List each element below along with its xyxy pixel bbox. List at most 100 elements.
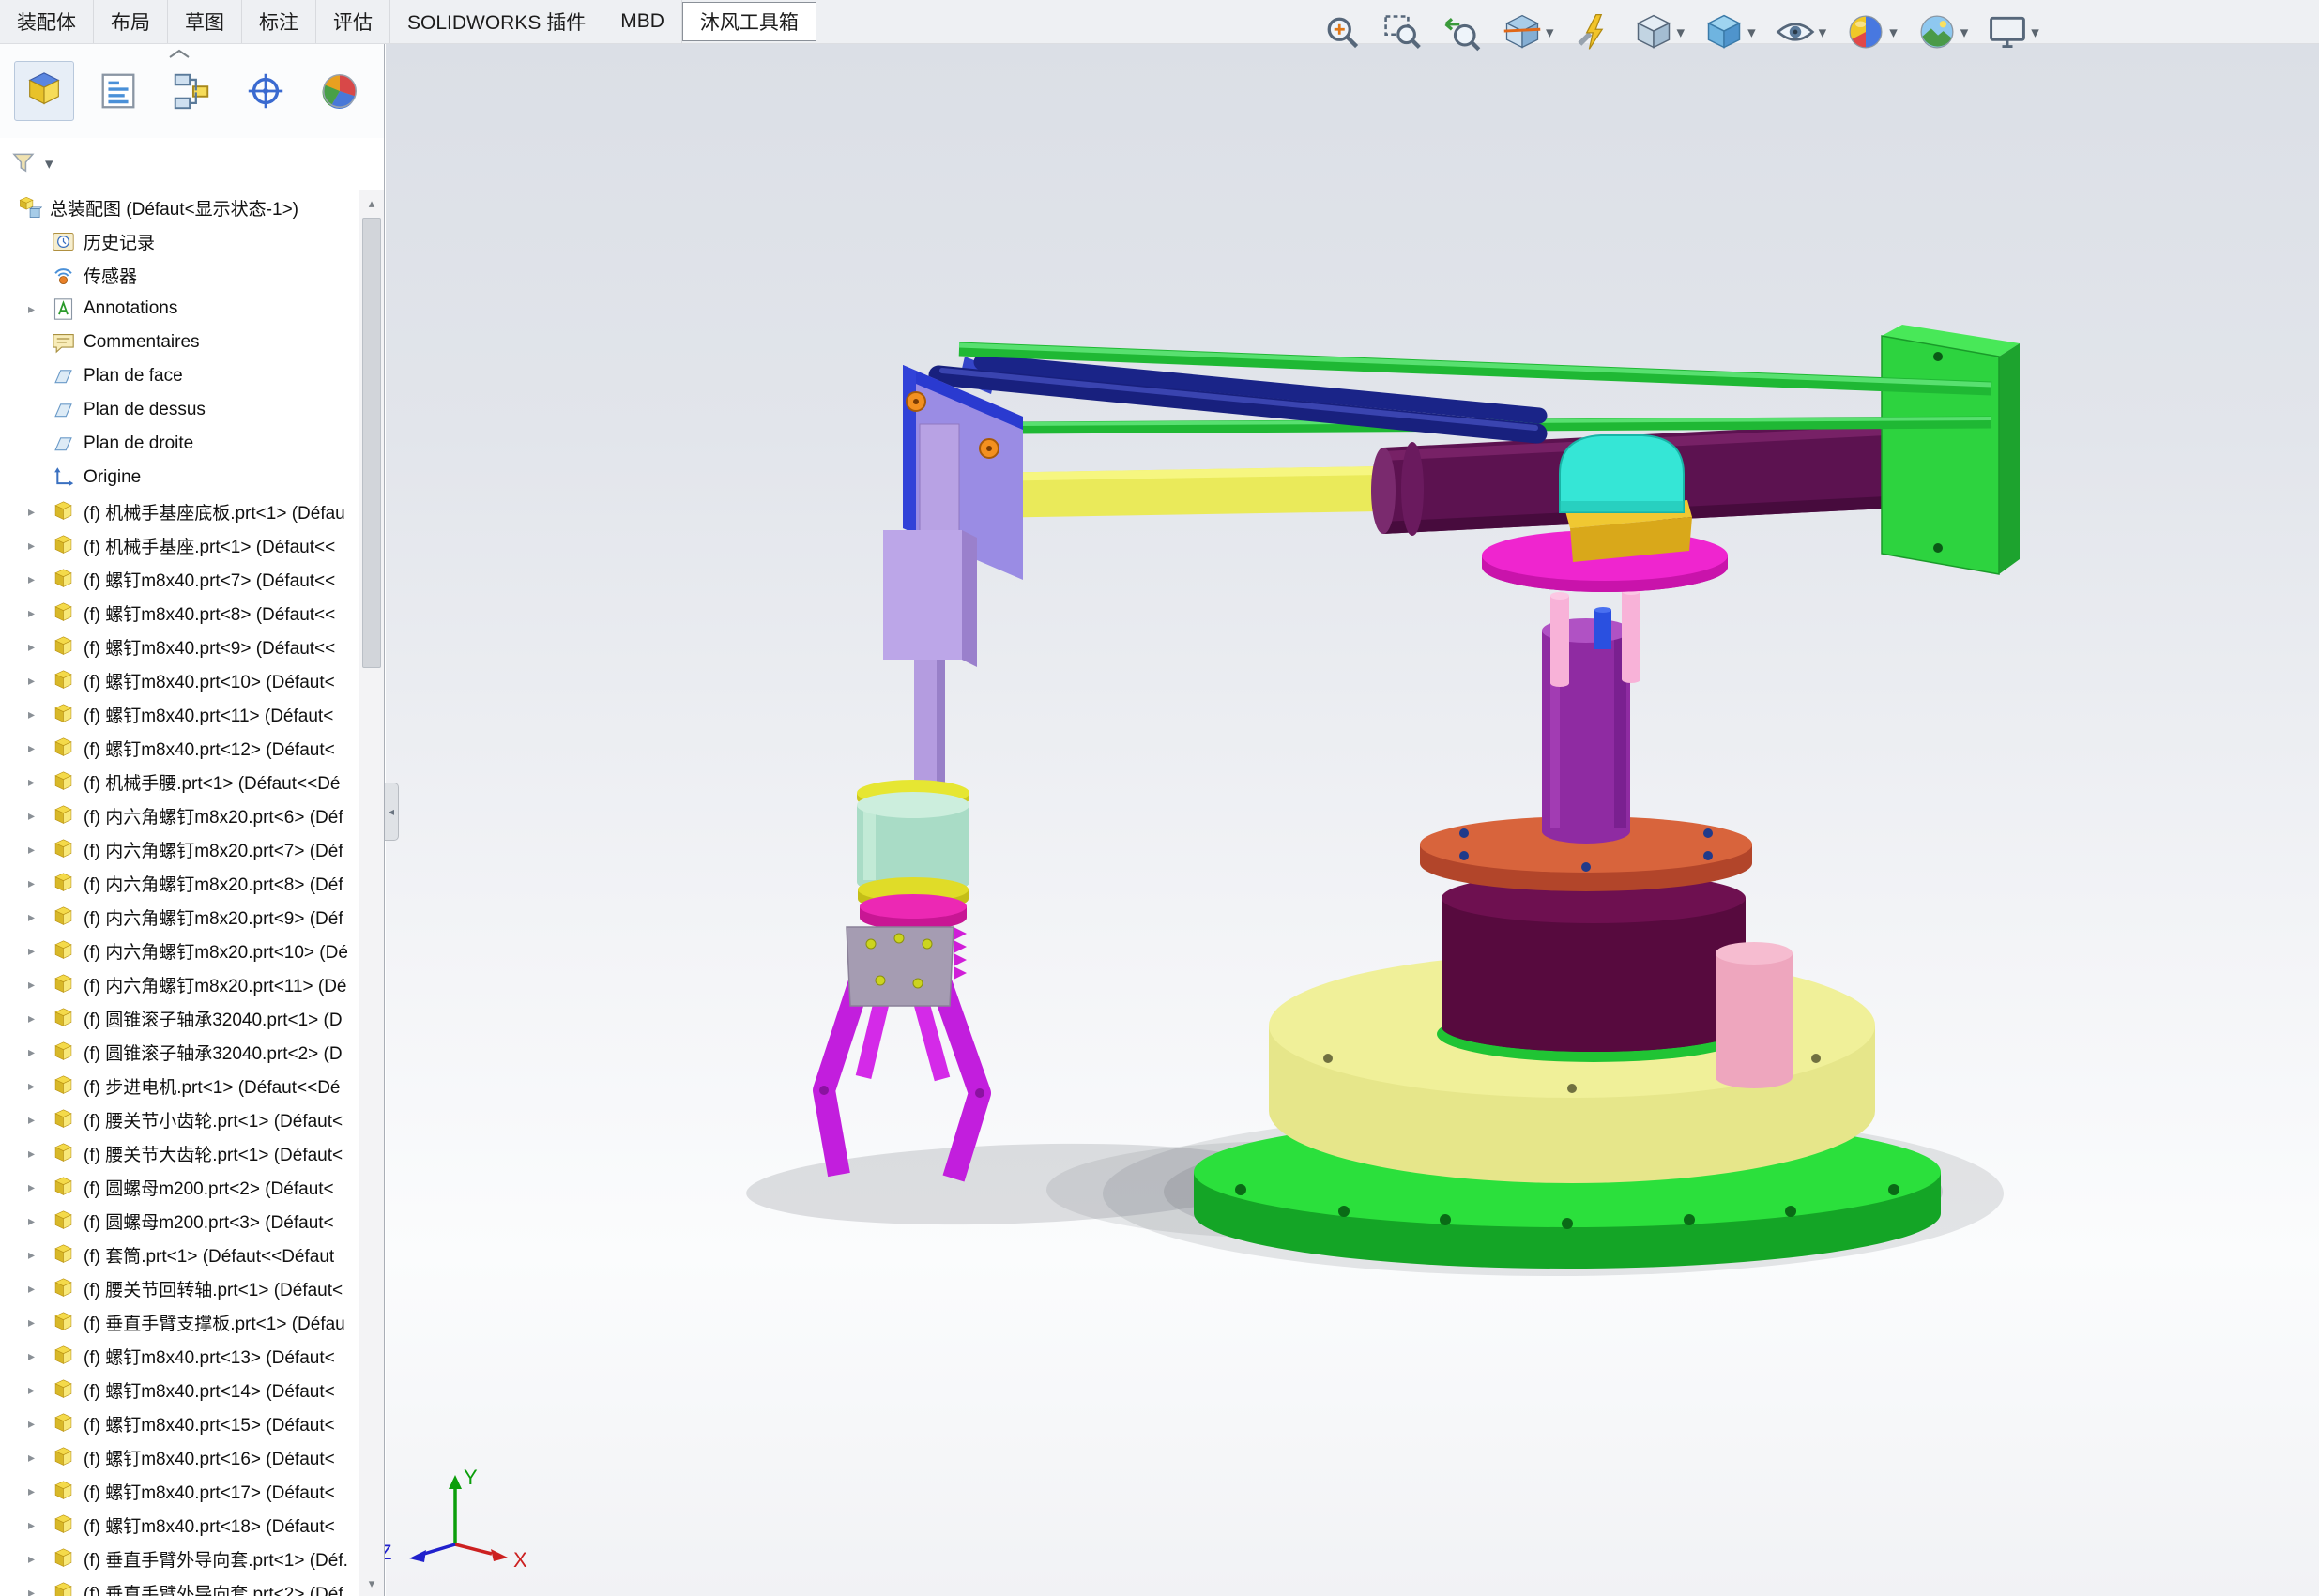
- waist-housing[interactable]: [1437, 873, 1750, 1062]
- expand-arrow-icon[interactable]: ▸: [28, 673, 51, 689]
- tree-item[interactable]: ▸(f) 螺钉m8x40.prt<13> (Défaut<: [0, 1339, 359, 1373]
- tree-item[interactable]: ▸(f) 腰关节小齿轮.prt<1> (Défaut<: [0, 1102, 359, 1136]
- expand-arrow-icon[interactable]: ▸: [28, 1112, 51, 1128]
- tree-item[interactable]: ▸(f) 内六角螺钉m8x20.prt<7> (Déf: [0, 832, 359, 866]
- view-settings-button[interactable]: ▾: [1987, 11, 2039, 53]
- expand-arrow-icon[interactable]: ▸: [28, 1483, 51, 1499]
- tree-item[interactable]: ▸(f) 螺钉m8x40.prt<11> (Défaut<: [0, 697, 359, 731]
- tree-item[interactable]: 传感器: [0, 258, 359, 292]
- scrollbar-up-button[interactable]: ▴: [359, 190, 384, 216]
- tree-item[interactable]: ▸(f) 机械手基座.prt<1> (Défaut<<: [0, 528, 359, 562]
- tree-item[interactable]: ▸Annotations: [0, 292, 359, 326]
- dropdown-arrow-icon[interactable]: ▾: [1677, 24, 1686, 40]
- tree-item[interactable]: ▸(f) 垂直手臂外导向套.prt<1> (Déf.: [0, 1542, 359, 1575]
- expand-arrow-icon[interactable]: ▸: [28, 943, 51, 959]
- tree-item[interactable]: Plan de dessus: [0, 393, 359, 427]
- expand-arrow-icon[interactable]: ▸: [28, 774, 51, 790]
- gripper[interactable]: [819, 927, 984, 1178]
- expand-arrow-icon[interactable]: ▸: [28, 1247, 51, 1263]
- propertymanager-tab[interactable]: [88, 61, 148, 121]
- piston-rod[interactable]: [970, 466, 1380, 518]
- expand-arrow-icon[interactable]: ▸: [28, 639, 51, 655]
- expand-arrow-icon[interactable]: ▸: [28, 909, 51, 925]
- tree-item[interactable]: 总装配图 (Défaut<显示状态-1>): [0, 190, 359, 224]
- slide-saddle[interactable]: [1560, 435, 1684, 512]
- tree-item[interactable]: ▸(f) 内六角螺钉m8x20.prt<8> (Déf: [0, 866, 359, 900]
- tree-item[interactable]: ▸(f) 内六角螺钉m8x20.prt<9> (Déf: [0, 900, 359, 934]
- expand-arrow-icon[interactable]: ▸: [28, 1382, 51, 1398]
- expand-arrow-icon[interactable]: ▸: [28, 504, 51, 520]
- expand-arrow-icon[interactable]: ▸: [28, 1315, 51, 1330]
- previous-view-button[interactable]: [1442, 11, 1483, 53]
- tree-item[interactable]: Plan de face: [0, 359, 359, 393]
- display-style-button[interactable]: ▾: [1703, 11, 1756, 53]
- tree-item[interactable]: ▸(f) 螺钉m8x40.prt<7> (Défaut<<: [0, 562, 359, 596]
- zoom-to-area-button[interactable]: [1381, 11, 1423, 53]
- expand-arrow-icon[interactable]: ▸: [28, 1450, 51, 1466]
- expand-arrow-icon[interactable]: ▸: [28, 740, 51, 756]
- dimxpertmanager-tab[interactable]: [236, 61, 296, 121]
- expand-arrow-icon[interactable]: ▸: [28, 1179, 51, 1195]
- expand-arrow-icon[interactable]: ▸: [28, 538, 51, 554]
- expand-arrow-icon[interactable]: ▸: [28, 842, 51, 858]
- expand-arrow-icon[interactable]: ▸: [28, 1044, 51, 1060]
- expand-arrow-icon[interactable]: ▸: [28, 1078, 51, 1094]
- dropdown-arrow-icon[interactable]: ▾: [1747, 24, 1756, 40]
- section-view-button[interactable]: ▾: [1502, 11, 1554, 53]
- tree-item[interactable]: ▸(f) 圆锥滚子轴承32040.prt<2> (D: [0, 1035, 359, 1069]
- wrist-stack[interactable]: [857, 780, 969, 930]
- end-plate[interactable]: [1882, 325, 2020, 574]
- expand-arrow-icon[interactable]: ▸: [28, 1551, 51, 1567]
- configurationmanager-tab[interactable]: [161, 61, 221, 121]
- tree-item[interactable]: ▸(f) 内六角螺钉m8x20.prt<6> (Déf: [0, 798, 359, 832]
- tree-item[interactable]: ▸(f) 腰关节大齿轮.prt<1> (Défaut<: [0, 1136, 359, 1170]
- tree-scrollbar[interactable]: ▴ ▾: [359, 190, 384, 1596]
- dropdown-arrow-icon[interactable]: ▾: [2031, 24, 2039, 40]
- expand-arrow-icon[interactable]: ▸: [28, 1517, 51, 1533]
- panel-splitter[interactable]: ◂: [385, 783, 399, 841]
- tree-item[interactable]: ▸(f) 螺钉m8x40.prt<8> (Défaut<<: [0, 596, 359, 630]
- expand-arrow-icon[interactable]: ▸: [28, 1348, 51, 1364]
- expand-arrow-icon[interactable]: ▸: [28, 1416, 51, 1432]
- edit-appearance-button[interactable]: ▾: [1845, 11, 1898, 53]
- tree-item[interactable]: Commentaires: [0, 326, 359, 359]
- tree-item[interactable]: ▸(f) 螺钉m8x40.prt<14> (Défaut<: [0, 1373, 359, 1406]
- tree-item[interactable]: Plan de droite: [0, 427, 359, 461]
- dynamic-annotation-views-button[interactable]: [1573, 11, 1614, 53]
- expand-arrow-icon[interactable]: ▸: [28, 1011, 51, 1026]
- dropdown-arrow-icon[interactable]: ▾: [1889, 24, 1898, 40]
- tree-item[interactable]: ▸(f) 圆螺母m200.prt<2> (Défaut<: [0, 1170, 359, 1204]
- tree-item[interactable]: ▸(f) 圆锥滚子轴承32040.prt<1> (D: [0, 1001, 359, 1035]
- featuremanager-tree-tab[interactable]: [14, 61, 74, 121]
- displaymanager-tab[interactable]: [310, 61, 370, 121]
- dropdown-arrow-icon[interactable]: ▾: [1819, 24, 1827, 40]
- expand-arrow-icon[interactable]: ▸: [28, 301, 51, 317]
- scrollbar-thumb[interactable]: [362, 218, 381, 668]
- filter-dropdown-arrow-icon[interactable]: ▾: [45, 156, 53, 172]
- tree-item[interactable]: ▸(f) 垂直手臂支撑板.prt<1> (Défau: [0, 1305, 359, 1339]
- tree-item[interactable]: ▸(f) 螺钉m8x40.prt<16> (Défaut<: [0, 1440, 359, 1474]
- tree-item[interactable]: ▸(f) 腰关节回转轴.prt<1> (Défaut<: [0, 1271, 359, 1305]
- tree-item[interactable]: ▸(f) 步进电机.prt<1> (Défaut<<Dé: [0, 1069, 359, 1102]
- filter-icon[interactable]: [9, 148, 41, 180]
- tree-item[interactable]: 历史记录: [0, 224, 359, 258]
- side-cylinder[interactable]: [1716, 942, 1793, 1088]
- tree-item[interactable]: ▸(f) 机械手基座底板.prt<1> (Défau: [0, 494, 359, 528]
- tree-item[interactable]: ▸(f) 内六角螺钉m8x20.prt<11> (Dé: [0, 967, 359, 1001]
- expand-arrow-icon[interactable]: ▸: [28, 1213, 51, 1229]
- expand-arrow-icon[interactable]: ▸: [28, 1146, 51, 1162]
- tree-item[interactable]: ▸(f) 内六角螺钉m8x20.prt<10> (Dé: [0, 934, 359, 967]
- apply-scene-button[interactable]: ▾: [1916, 11, 1969, 53]
- commandmanager-collapse-chevron-icon[interactable]: [167, 47, 191, 60]
- tree-item[interactable]: ▸(f) 圆螺母m200.prt<3> (Défaut<: [0, 1204, 359, 1238]
- tree-item[interactable]: ▸(f) 螺钉m8x40.prt<15> (Défaut<: [0, 1406, 359, 1440]
- dropdown-arrow-icon[interactable]: ▾: [1546, 24, 1554, 40]
- expand-arrow-icon[interactable]: ▸: [28, 1585, 51, 1596]
- waist-column[interactable]: [1542, 587, 1640, 844]
- dropdown-arrow-icon[interactable]: ▾: [1960, 24, 1969, 40]
- expand-arrow-icon[interactable]: ▸: [28, 808, 51, 824]
- expand-arrow-icon[interactable]: ▸: [28, 977, 51, 993]
- tree-item[interactable]: ▸(f) 螺钉m8x40.prt<9> (Défaut<<: [0, 630, 359, 663]
- tree-item[interactable]: ▸(f) 垂直手臂外导向套.prt<2> (Déf: [0, 1575, 359, 1596]
- tree-item[interactable]: Origine: [0, 461, 359, 494]
